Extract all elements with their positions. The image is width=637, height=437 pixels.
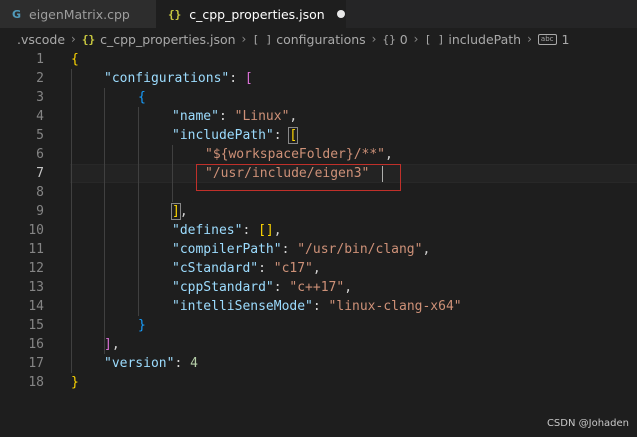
tab-label: c_cpp_properties.json xyxy=(189,6,325,22)
code-text: { xyxy=(71,52,79,67)
breadcrumb-configurations[interactable]: configurations xyxy=(276,32,365,47)
code-line: 18 } xyxy=(0,373,637,392)
json-file-icon: {} xyxy=(168,7,182,21)
line-number: 2 xyxy=(36,71,44,86)
code-text: ], xyxy=(171,203,188,220)
cpp-file-icon: G xyxy=(12,7,22,21)
breadcrumb: .vscode › {} c_cpp_properties.json › [ ]… xyxy=(0,28,637,50)
line-number: 5 xyxy=(36,128,44,143)
json-file-icon: {} xyxy=(81,32,96,46)
code-line: 11 "compilerPath": "/usr/bin/clang", xyxy=(0,240,637,259)
tab-bar: G eigenMatrix.cpp {} c_cpp_properties.js… xyxy=(0,0,637,28)
line-number: 6 xyxy=(36,147,44,162)
tab-eigenmatrix-cpp[interactable]: G eigenMatrix.cpp xyxy=(0,0,156,28)
code-line: 13 "cppStandard": "c++17", xyxy=(0,278,637,297)
code-line: 14 "intelliSenseMode": "linux-clang-x64" xyxy=(0,297,637,316)
code-text: "defines": [], xyxy=(172,223,282,238)
unsaved-dot-icon[interactable] xyxy=(336,10,345,18)
chevron-right-icon: › xyxy=(241,32,247,46)
line-number: 10 xyxy=(28,223,44,238)
code-line: 1 { xyxy=(0,50,637,69)
chevron-right-icon: › xyxy=(527,32,532,46)
line-number: 12 xyxy=(28,261,44,276)
watermark: CSDN @Johaden xyxy=(546,418,629,429)
line-number: 3 xyxy=(36,90,44,105)
code-line: 16 ], xyxy=(0,335,637,354)
code-line: 5 "includePath": [ xyxy=(0,126,637,145)
object-icon: {} xyxy=(382,32,396,46)
line-number: 18 xyxy=(28,375,44,390)
code-text: "${workspaceFolder}/**", xyxy=(205,147,393,162)
line-number: 14 xyxy=(28,299,44,314)
code-text: ], xyxy=(104,337,120,352)
code-text: "cppStandard": "c++17", xyxy=(172,280,353,295)
breadcrumb-item[interactable]: 1 xyxy=(562,32,570,47)
code-line: 10 "defines": [], xyxy=(0,221,637,240)
breadcrumb-index[interactable]: 0 xyxy=(400,32,408,47)
code-text: "name": "Linux", xyxy=(172,109,298,124)
code-text: } xyxy=(71,375,79,390)
code-line: 4 "name": "Linux", xyxy=(0,107,637,126)
code-text: "compilerPath": "/usr/bin/clang", xyxy=(172,242,431,257)
chevron-right-icon: › xyxy=(413,32,419,46)
code-text: { xyxy=(138,90,146,105)
chevron-right-icon: › xyxy=(371,32,377,46)
breadcrumb-folder[interactable]: .vscode xyxy=(17,32,65,47)
line-number: 13 xyxy=(28,280,44,295)
line-number: 4 xyxy=(36,109,44,124)
breadcrumb-file[interactable]: c_cpp_properties.json xyxy=(100,32,235,47)
code-text: } xyxy=(138,318,146,333)
chevron-right-icon: › xyxy=(71,32,76,46)
line-number: 1 xyxy=(36,52,44,67)
annotation-highlight-box xyxy=(196,164,401,191)
code-text: "configurations": [ xyxy=(104,71,253,86)
string-icon: abc xyxy=(537,33,557,45)
breadcrumb-includepath[interactable]: includePath xyxy=(448,32,521,47)
code-line: 3 { xyxy=(0,88,637,107)
line-number: 9 xyxy=(36,204,44,219)
code-text: "intelliSenseMode": "linux-clang-x64" xyxy=(172,299,462,314)
code-editor[interactable]: 1 { 2 "configurations": [ 3 { 4 "name": … xyxy=(0,50,637,437)
code-text: "version": 4 xyxy=(104,356,198,371)
array-icon: [ ] xyxy=(252,32,273,46)
tab-label: eigenMatrix.cpp xyxy=(29,6,130,22)
line-number: 15 xyxy=(28,318,44,333)
code-line: 15 } xyxy=(0,316,637,335)
line-number: 17 xyxy=(28,356,44,371)
line-number: 8 xyxy=(36,185,44,200)
code-text: "cStandard": "c17", xyxy=(172,261,321,276)
code-line: 9 ], xyxy=(0,202,637,221)
line-number: 7 xyxy=(36,166,44,181)
line-number: 11 xyxy=(28,242,44,257)
line-number: 16 xyxy=(28,337,44,352)
code-line: 12 "cStandard": "c17", xyxy=(0,259,637,278)
tab-c-cpp-properties-json[interactable]: {} c_cpp_properties.json xyxy=(156,0,346,28)
code-line: 6 "${workspaceFolder}/**", xyxy=(0,145,637,164)
code-line: 17 "version": 4 xyxy=(0,354,637,373)
code-text: "includePath": [ xyxy=(172,127,299,144)
array-icon: [ ] xyxy=(424,32,445,46)
code-line: 2 "configurations": [ xyxy=(0,69,637,88)
